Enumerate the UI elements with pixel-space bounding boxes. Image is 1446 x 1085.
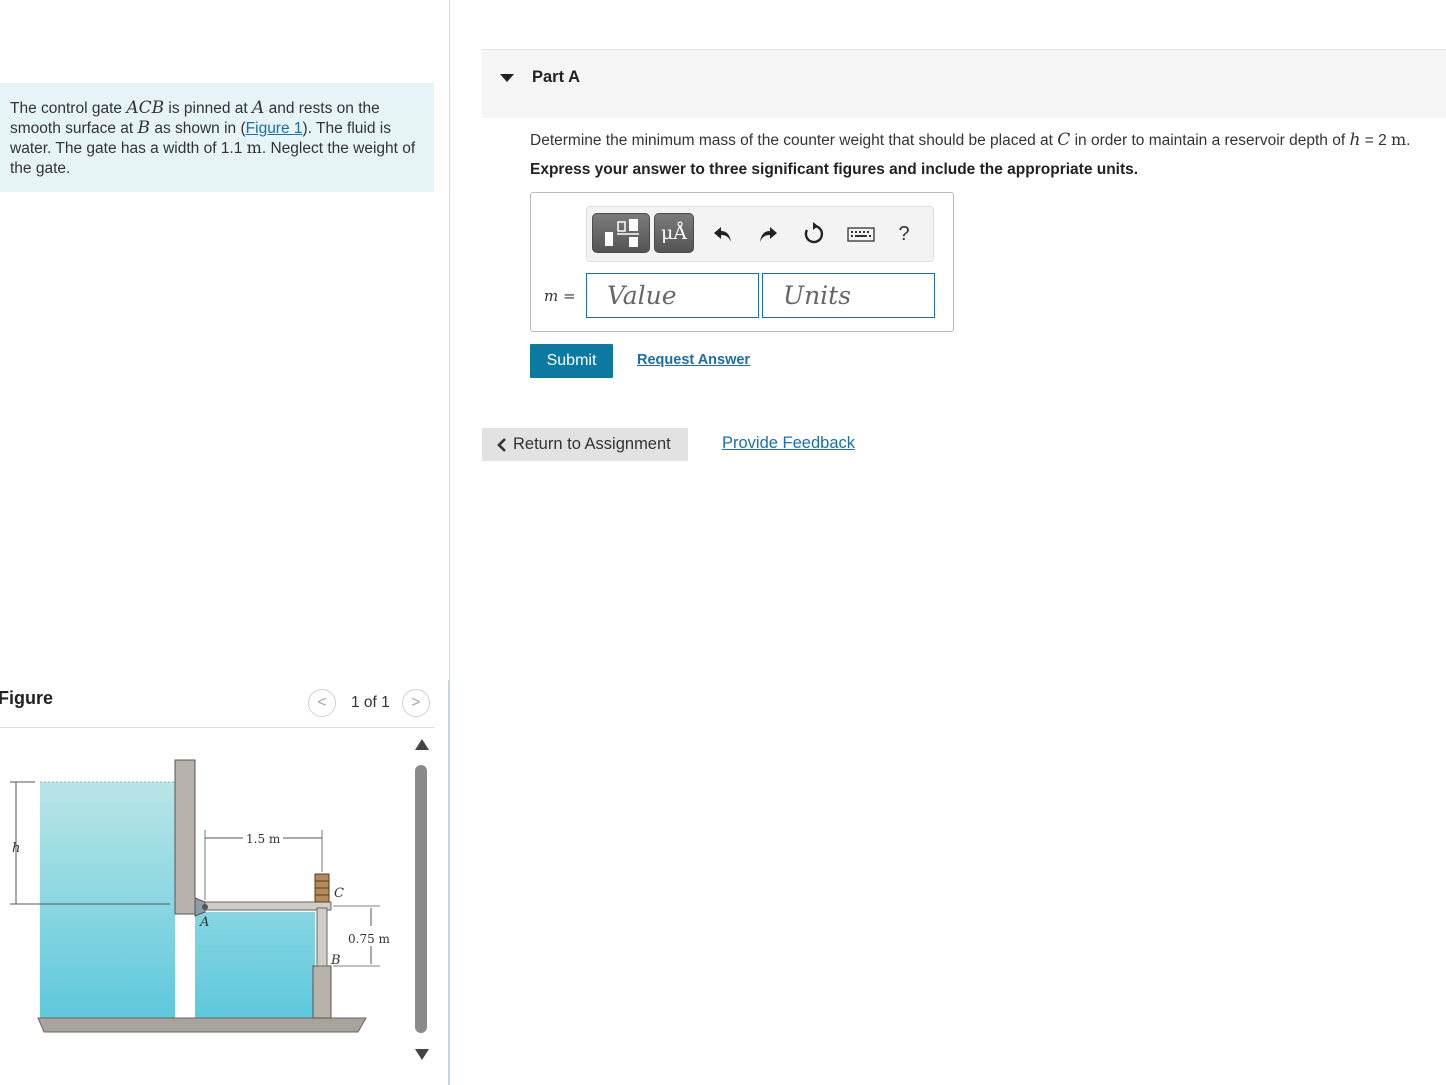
figure-title: Figure (0, 688, 54, 708)
units-input[interactable]: Units (762, 273, 935, 318)
request-answer-link[interactable]: Request Answer (637, 352, 750, 368)
problem-text: is pinned at (164, 100, 253, 117)
label-a: A (199, 915, 209, 930)
answer-variable-label: m = (544, 287, 576, 305)
problem-text: The control gate (10, 100, 127, 117)
return-to-assignment-button[interactable]: Return to Assignment (482, 428, 688, 461)
templates-icon (605, 219, 639, 247)
label-b: B (330, 953, 341, 968)
question-text: Determine the minimum mass of the counte… (530, 130, 1410, 150)
templates-button[interactable] (592, 213, 650, 253)
help-button[interactable]: ? (891, 221, 917, 247)
gate-arm (194, 901, 332, 911)
var-a: A (252, 98, 265, 118)
figure-counter: 1 of 1 (351, 694, 390, 711)
problem-text: as shown in ( (150, 119, 246, 137)
figure-link[interactable]: Figure 1 (246, 120, 303, 137)
figure-divider (0, 727, 434, 728)
reset-icon (804, 222, 824, 244)
keyboard-button[interactable] (846, 221, 876, 247)
next-figure-button[interactable]: > (401, 689, 430, 717)
chevron-right-icon: > (411, 694, 421, 711)
var-c: C (1057, 130, 1071, 150)
downstream-water (195, 912, 315, 1022)
redo-icon (760, 227, 777, 242)
label-1-5m: 1.5 m (246, 832, 281, 846)
math-toolbar: μÅ ? (586, 206, 934, 262)
unit-m: m (246, 138, 262, 157)
figure-pager: < 1 of 1 > (308, 688, 430, 718)
prev-figure-button[interactable]: < (308, 689, 336, 717)
chevron-left-icon (497, 437, 506, 452)
figure-scrollbar[interactable] (410, 737, 434, 1069)
support-post (312, 965, 332, 1019)
caret-down-icon (500, 74, 514, 82)
var-h: h (1349, 130, 1361, 150)
submit-button[interactable]: Submit (530, 344, 613, 378)
var-b: B (137, 117, 151, 138)
scroll-down-arrow-icon[interactable] (415, 1049, 429, 1060)
reservoir-water (40, 782, 175, 1022)
chevron-left-icon: < (317, 694, 327, 711)
scroll-thumb[interactable] (415, 765, 427, 1033)
provide-feedback-link[interactable]: Provide Feedback (722, 434, 855, 453)
label-h: h (12, 841, 20, 856)
question-part: in order to maintain a reservoir depth o… (1070, 132, 1350, 149)
question-part: . (1406, 132, 1411, 149)
undo-button[interactable] (710, 221, 736, 247)
question-part: Determine the minimum mass of the counte… (530, 132, 1058, 149)
scroll-up-arrow-icon[interactable] (415, 739, 429, 750)
units-button[interactable]: μÅ (654, 213, 694, 253)
label-0-75m: 0.75 m (348, 932, 391, 946)
unit-m: m (1391, 130, 1407, 149)
label-c: C (334, 886, 344, 901)
problem-statement: The control gate ACB is pinned at A and … (0, 83, 434, 192)
reset-button[interactable] (801, 221, 827, 247)
gate-figure: h 1.5 m C A 0.75 m B (10, 759, 391, 1033)
instruction-text: Express your answer to three significant… (530, 161, 1139, 178)
return-label: Return to Assignment (513, 435, 671, 453)
question-part: = 2 (1360, 132, 1391, 149)
var-m: m (544, 287, 559, 305)
concrete-wall (174, 759, 196, 915)
keyboard-icon (847, 227, 875, 242)
value-input[interactable]: Value (586, 273, 759, 318)
ground (37, 1017, 367, 1033)
gate-leg (316, 907, 328, 967)
equals-sign: = (558, 287, 576, 305)
part-header[interactable]: Part A (482, 49, 1446, 118)
answer-box: μÅ ? m = Value Units (530, 192, 954, 332)
undo-icon (714, 227, 731, 242)
redo-button[interactable] (755, 221, 781, 247)
var-acb: ACB (126, 98, 165, 118)
panel-divider-accent (448, 680, 450, 1085)
part-title: Part A (532, 68, 580, 86)
